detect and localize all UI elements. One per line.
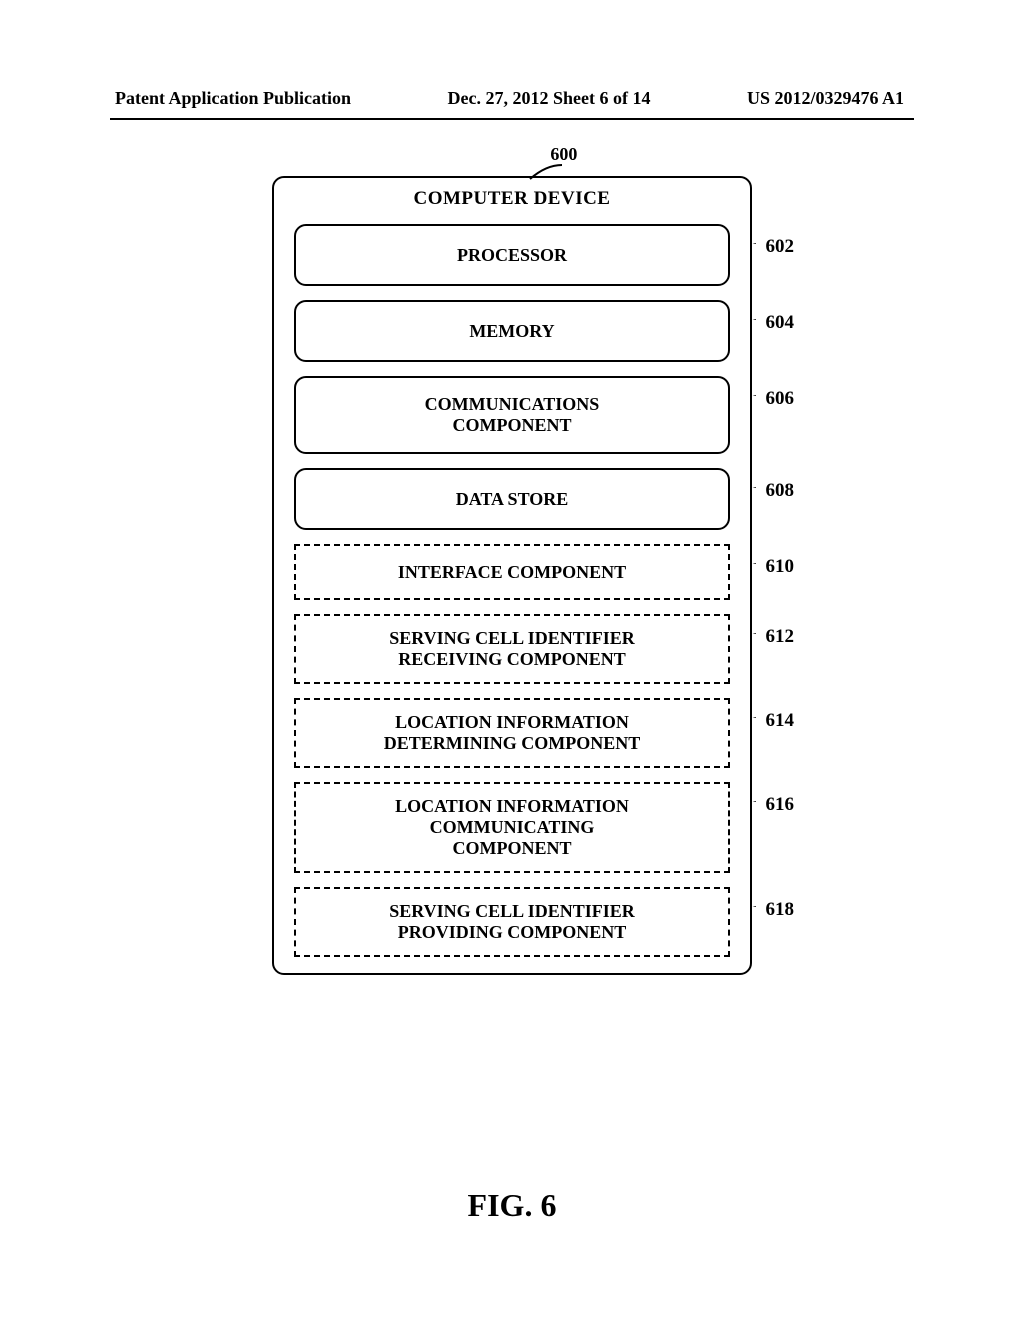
ref-lead-610	[730, 562, 758, 564]
block-606-box: COMMUNICATIONS COMPONENT	[294, 376, 730, 454]
ref-num-610: 610	[766, 556, 795, 578]
ref-lead-604	[730, 318, 758, 320]
block-612-box: SERVING CELL IDENTIFIER RECEIVING COMPON…	[294, 614, 730, 684]
block-label-1: LOCATION INFORMATION	[306, 796, 718, 817]
ref-lead-606	[730, 394, 758, 396]
ref-num-618: 618	[766, 899, 795, 921]
header-divider	[110, 118, 914, 120]
block-label-3: COMPONENT	[306, 838, 718, 859]
block-label-1: COMMUNICATIONS	[306, 394, 718, 415]
ref-lead-614	[730, 716, 758, 718]
block-label: MEMORY	[306, 321, 718, 342]
ref-lead-616	[730, 800, 758, 802]
block-608-box: DATA STORE	[294, 468, 730, 530]
ref-num-612: 612	[766, 626, 795, 648]
block-602-box: PROCESSOR	[294, 224, 730, 286]
block-label-1: SERVING CELL IDENTIFIER	[306, 901, 718, 922]
block-label-2: DETERMINING COMPONENT	[306, 733, 718, 754]
header-middle: Dec. 27, 2012 Sheet 6 of 14	[448, 88, 651, 109]
block-610: INTERFACE COMPONENT 610	[294, 544, 730, 600]
header-left: Patent Application Publication	[115, 88, 351, 109]
ref-num-604: 604	[766, 312, 795, 334]
ref-lead-618	[730, 905, 758, 907]
ref-label-600: 600	[550, 144, 577, 165]
ref-num-602: 602	[766, 236, 795, 258]
page-header: Patent Application Publication Dec. 27, …	[0, 88, 1024, 109]
block-602: PROCESSOR 602	[294, 224, 730, 286]
block-label-2: RECEIVING COMPONENT	[306, 649, 718, 670]
block-614-box: LOCATION INFORMATION DETERMINING COMPONE…	[294, 698, 730, 768]
block-label-2: COMPONENT	[306, 415, 718, 436]
block-612: SERVING CELL IDENTIFIER RECEIVING COMPON…	[294, 614, 730, 684]
block-608: DATA STORE 608	[294, 468, 730, 530]
outer-box-title: COMPUTER DEVICE	[414, 188, 611, 210]
block-label: PROCESSOR	[306, 245, 718, 266]
ref-lead-612	[730, 632, 758, 634]
ref-lead-602	[730, 242, 758, 244]
ref-num-614: 614	[766, 710, 795, 732]
block-label: DATA STORE	[306, 489, 718, 510]
figure-label: FIG. 6	[468, 1187, 557, 1224]
block-618: SERVING CELL IDENTIFIER PROVIDING COMPON…	[294, 887, 730, 957]
block-label-2: PROVIDING COMPONENT	[306, 922, 718, 943]
ref-num-616: 616	[766, 794, 795, 816]
block-606: COMMUNICATIONS COMPONENT 606	[294, 376, 730, 454]
block-604: MEMORY 604	[294, 300, 730, 362]
block-label-1: LOCATION INFORMATION	[306, 712, 718, 733]
block-label-2: COMMUNICATING	[306, 817, 718, 838]
outer-box-computer-device: COMPUTER DEVICE PROCESSOR 602 MEMORY 604…	[272, 176, 752, 975]
block-label-1: SERVING CELL IDENTIFIER	[306, 628, 718, 649]
block-616: LOCATION INFORMATION COMMUNICATING COMPO…	[294, 782, 730, 873]
block-604-box: MEMORY	[294, 300, 730, 362]
ref-num-608: 608	[766, 480, 795, 502]
ref-lead-608	[730, 486, 758, 488]
block-618-box: SERVING CELL IDENTIFIER PROVIDING COMPON…	[294, 887, 730, 957]
ref-num-606: 606	[766, 388, 795, 410]
diagram-container: 600 COMPUTER DEVICE PROCESSOR 602 MEMORY…	[272, 160, 752, 975]
ref-600-lead-line	[526, 163, 564, 181]
block-label: INTERFACE COMPONENT	[306, 562, 718, 583]
header-right: US 2012/0329476 A1	[747, 88, 904, 109]
block-616-box: LOCATION INFORMATION COMMUNICATING COMPO…	[294, 782, 730, 873]
block-614: LOCATION INFORMATION DETERMINING COMPONE…	[294, 698, 730, 768]
block-610-box: INTERFACE COMPONENT	[294, 544, 730, 600]
